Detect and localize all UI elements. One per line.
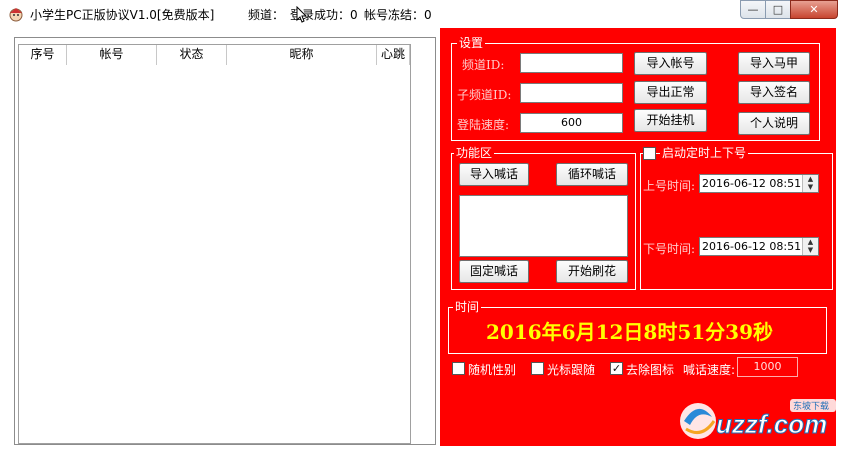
account-table-header: 序号 帐号 状态 昵称 心跳 <box>19 45 410 65</box>
remove-icon-label: 去除图标 <box>626 363 675 377</box>
login-speed-label: 登陆速度: <box>457 118 510 132</box>
online-time-value: 2016-06-12 08:51 <box>702 177 802 190</box>
import-signature-button[interactable]: 导入签名 <box>738 81 810 104</box>
loop-shout-button[interactable]: 循环喊话 <box>556 163 628 186</box>
mouse-cursor-icon <box>296 6 308 23</box>
offline-time-spinner-icon[interactable]: ▲ ▼ <box>802 238 818 255</box>
import-accounts-button[interactable]: 导入帐号 <box>634 52 707 75</box>
window-title: 小学生PC正版协议V1.0[免费版本] <box>30 8 215 22</box>
schedule-enable-checkbox[interactable] <box>643 147 656 160</box>
channel-id-label: 频道ID: <box>462 58 505 72</box>
minimize-button[interactable]: — <box>740 0 766 19</box>
offline-time-value: 2016-06-12 08:51 <box>702 240 802 253</box>
fixed-shout-button[interactable]: 固定喊话 <box>459 260 529 283</box>
column-header-nickname[interactable]: 昵称 <box>227 45 377 65</box>
import-shout-button[interactable]: 导入喊话 <box>459 163 529 186</box>
uzzf-watermark-logo: uzzf.com 东坡下载 <box>680 399 836 440</box>
schedule-enable-label: 启动定时上下号 <box>660 146 749 160</box>
offline-time-label: 下号时间: <box>643 242 696 256</box>
online-time-label: 上号时间: <box>643 179 696 193</box>
frozen-account-count: 帐号冻结：0 <box>364 8 432 22</box>
close-button[interactable]: ✕ <box>790 0 838 19</box>
column-header-heartbeat[interactable]: 心跳 <box>377 45 410 65</box>
online-time-picker[interactable]: 2016-06-12 08:51 ▲ ▼ <box>699 174 819 193</box>
channel-id-input[interactable] <box>520 53 623 73</box>
shout-text-area[interactable] <box>459 195 628 257</box>
cursor-follow-label: 光标跟随 <box>547 363 596 377</box>
time-group-title: 时间 <box>453 300 482 314</box>
personal-info-button[interactable]: 个人说明 <box>738 112 810 135</box>
cursor-follow-checkbox[interactable] <box>531 362 544 375</box>
sub-channel-id-label: 子频道ID: <box>457 88 512 102</box>
online-time-spinner-icon[interactable]: ▲ ▼ <box>802 175 818 192</box>
svg-text:东坡下载: 东坡下载 <box>793 400 829 412</box>
remove-icon-checkbox[interactable]: ✓ <box>610 362 623 375</box>
settings-group-title: 设置 <box>457 36 486 50</box>
current-time-display: 2016年6月12日8时51分39秒 <box>486 320 773 344</box>
account-table[interactable]: 序号 帐号 状态 昵称 心跳 <box>18 44 411 444</box>
column-header-index[interactable]: 序号 <box>19 45 67 65</box>
column-header-status[interactable]: 状态 <box>157 45 227 65</box>
random-gender-label: 随机性别 <box>468 363 517 377</box>
channel-status-label: 频道： <box>248 8 285 22</box>
app-icon <box>9 8 23 22</box>
sub-channel-id-input[interactable] <box>520 83 623 103</box>
function-area-title: 功能区 <box>454 146 495 160</box>
login-speed-input[interactable]: 600 <box>520 113 623 133</box>
import-vest-button[interactable]: 导入马甲 <box>738 52 810 75</box>
shout-speed-input[interactable]: 1000 <box>737 357 798 377</box>
export-normal-button[interactable]: 导出正常 <box>634 81 707 104</box>
svg-text:uzzf.com: uzzf.com <box>716 409 827 439</box>
start-flower-button[interactable]: 开始刷花 <box>556 260 628 283</box>
shout-speed-label: 喊话速度: <box>683 363 736 377</box>
start-hang-button[interactable]: 开始挂机 <box>634 109 707 132</box>
column-header-account[interactable]: 帐号 <box>67 45 157 65</box>
maximize-button[interactable]: □ <box>765 0 791 19</box>
offline-time-picker[interactable]: 2016-06-12 08:51 ▲ ▼ <box>699 237 819 256</box>
random-gender-checkbox[interactable] <box>452 362 465 375</box>
